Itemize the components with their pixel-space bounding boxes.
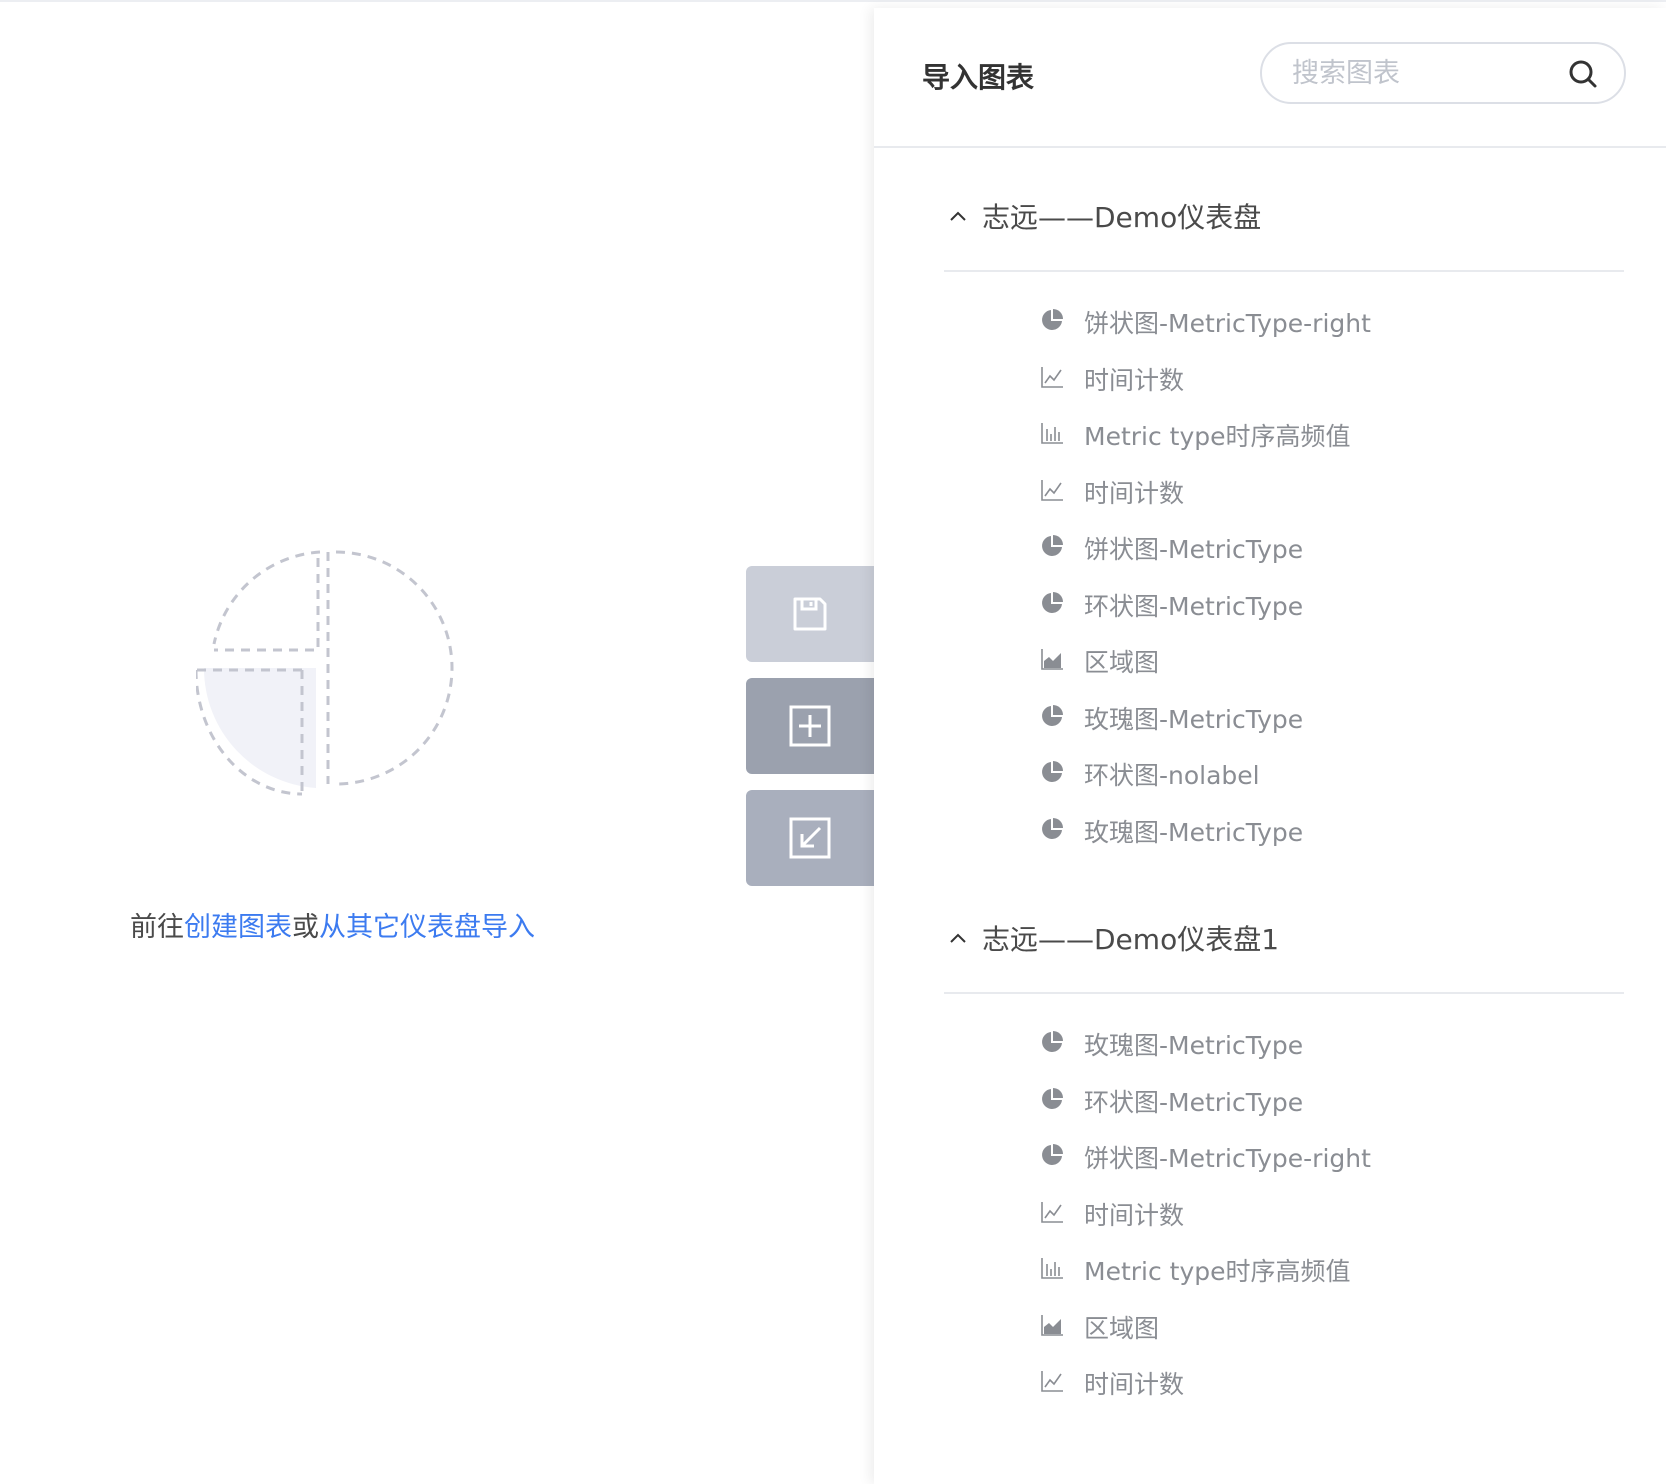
chart-list-item[interactable]: 玫瑰图-MetricType [1040,1022,1600,1062]
chart-item-label: Metric type时序高频值 [1084,1257,1351,1286]
area-chart-icon [1040,647,1064,671]
chart-item-label: 环状图-nolabel [1084,761,1260,790]
top-border [0,0,1666,2]
bar-chart-icon [1040,1256,1064,1280]
chart-item-label: 时间计数 [1084,478,1185,508]
chart-item-label: 玫瑰图-MetricType [1084,1031,1304,1060]
import-arrow-icon [789,817,831,859]
chart-list-item[interactable]: 环状图-MetricType [1040,1079,1600,1119]
chart-list-item[interactable]: 时间计数 [1040,357,1600,397]
search-box [1260,42,1626,104]
dashboard-group-header[interactable]: 志远——Demo仪表盘1 [944,918,1624,958]
line-chart-icon [1040,1369,1064,1393]
chart-item-label: 时间计数 [1084,1200,1185,1230]
chart-list-item[interactable]: 区域图 [1040,1305,1600,1345]
line-chart-icon [1040,478,1064,502]
chart-item-label: 玫瑰图-MetricType [1084,704,1304,734]
bar-chart-icon [1040,421,1064,445]
chart-list-item[interactable]: 环状图-MetricType [1040,583,1600,623]
search-input[interactable] [1292,44,1562,102]
chart-list-item[interactable]: 饼状图-MetricType-right [1040,1135,1600,1175]
plus-square-icon [789,705,831,747]
chart-list-item[interactable]: 饼状图-MetricType [1040,526,1600,566]
add-chart-button[interactable] [746,678,874,774]
chart-item-label: 时间计数 [1084,365,1185,395]
empty-state-message: 前往创建图表或从其它仪表盘导入 [130,905,535,944]
chart-list-item[interactable]: 区域图 [1040,639,1600,679]
chart-list-item[interactable]: 环状图-nolabel [1040,752,1600,792]
chevron-up-icon [950,933,966,943]
chart-item-label: 区域图 [1084,648,1160,677]
pie-icon [1040,1143,1064,1167]
chart-item-label: 环状图-MetricType [1084,591,1304,621]
chart-list-item[interactable]: 时间计数 [1040,1192,1600,1232]
dashboard-group-title: 志远——Demo仪表盘 [982,201,1262,234]
import-chart-panel: 导入图表 志远——Demo仪表盘饼状图-MetricType-right 时间计数… [874,8,1666,1484]
group-divider [944,992,1624,994]
chart-item-label: 饼状图-MetricType [1084,535,1304,564]
dashboard-group-header[interactable]: 志远——Demo仪表盘 [944,196,1624,236]
pie-icon [1040,817,1064,841]
chart-list-item[interactable]: 玫瑰图-MetricType [1040,809,1600,849]
search-icon[interactable] [1568,59,1598,89]
dashboard-group-title: 志远——Demo仪表盘1 [982,923,1280,956]
pie-icon [1040,308,1064,332]
pie-icon [1040,760,1064,784]
empty-chart-illustration [194,548,476,828]
pie-icon [1040,1087,1064,1111]
pie-icon [1040,704,1064,728]
chart-list-item[interactable]: Metric type时序高频值 [1040,413,1600,453]
create-chart-link[interactable]: 创建图表 [184,912,292,943]
import-from-dashboard-link[interactable]: 从其它仪表盘导入 [319,912,535,943]
chart-item-label: 饼状图-MetricType-right [1084,309,1371,338]
chart-item-label: 环状图-MetricType [1084,1087,1304,1117]
chart-item-label: Metric type时序高频值 [1084,422,1351,451]
chart-item-label: 时间计数 [1084,1370,1185,1399]
chart-list-item[interactable]: 玫瑰图-MetricType [1040,696,1600,736]
empty-or: 或 [292,912,319,943]
pie-icon [1040,591,1064,615]
pie-icon [1040,534,1064,558]
panel-title: 导入图表 [922,61,1035,94]
save-icon [793,597,827,631]
chart-item-label: 玫瑰图-MetricType [1084,817,1304,847]
save-button[interactable] [746,566,874,662]
chart-list-item[interactable]: 时间计数 [1040,1361,1600,1401]
group-divider [944,270,1624,272]
chevron-up-icon [950,211,966,221]
chart-list-item[interactable]: Metric type时序高频值 [1040,1248,1600,1288]
panel-header: 导入图表 [874,8,1666,148]
chart-item-label: 饼状图-MetricType-right [1084,1144,1371,1173]
line-chart-icon [1040,1200,1064,1224]
line-chart-icon [1040,365,1064,389]
area-chart-icon [1040,1313,1064,1337]
chart-list-item[interactable]: 饼状图-MetricType-right [1040,300,1600,340]
chart-item-label: 区域图 [1084,1313,1160,1343]
empty-prefix: 前往 [130,912,184,943]
pie-icon [1040,1030,1064,1054]
chart-list-item[interactable]: 时间计数 [1040,470,1600,510]
import-chart-button[interactable] [746,790,874,886]
